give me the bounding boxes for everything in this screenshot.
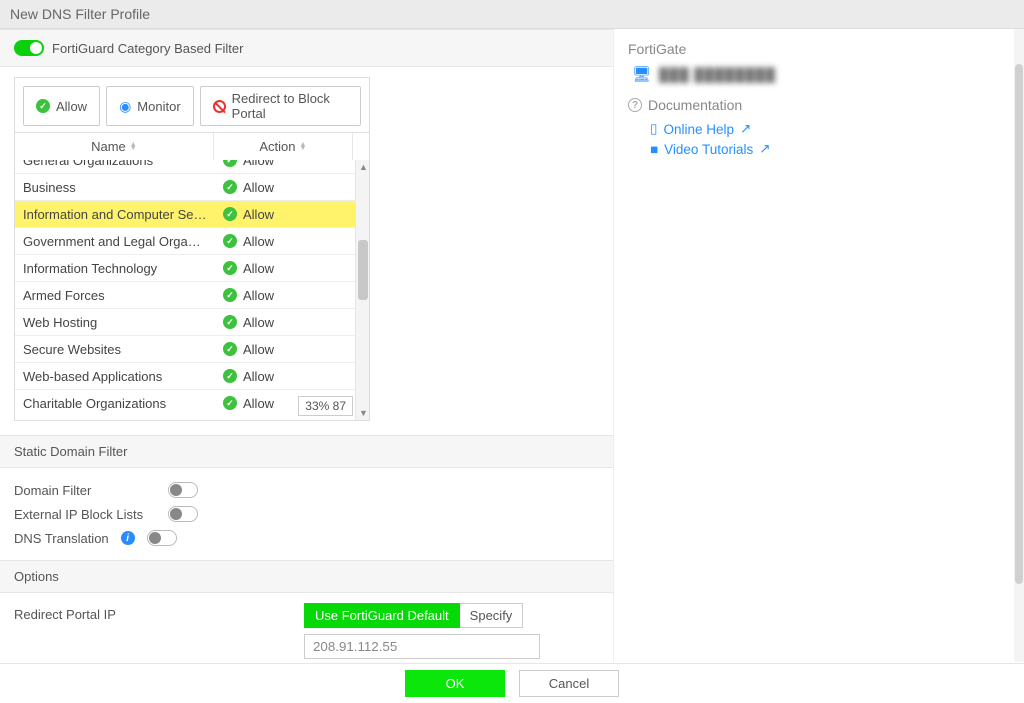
side-panel: FortiGate 🖥 ███ ████████ ? Documentation…	[614, 29, 1024, 662]
category-name: Information and Computer Secu...	[15, 207, 215, 222]
allow-button[interactable]: Allow	[23, 86, 100, 126]
redirect-mode-segment: Use FortiGuard Default Specify	[304, 603, 523, 628]
info-icon[interactable]: i	[121, 531, 135, 545]
domain-filter-label: Domain Filter	[14, 483, 156, 498]
dialog-title: New DNS Filter Profile	[0, 0, 1024, 29]
external-link-icon: ↗	[740, 121, 751, 137]
category-name: Information Technology	[15, 261, 215, 276]
category-name: Secure Websites	[15, 342, 215, 357]
scroll-up-icon[interactable]: ▲	[359, 162, 368, 172]
category-name: Web-based Applications	[15, 369, 215, 384]
device-name: ███ ████████	[659, 67, 776, 82]
allow-icon	[223, 288, 237, 302]
external-ip-label: External IP Block Lists	[14, 507, 156, 522]
category-name: General Organizations	[15, 160, 215, 168]
device-icon: 🖥	[632, 65, 651, 83]
main-panel: FortiGuard Category Based Filter Allow ◉…	[0, 29, 614, 662]
category-action: Allow	[215, 261, 355, 276]
category-action: Allow	[215, 288, 355, 303]
category-action: Allow	[215, 180, 355, 195]
category-name: Business	[15, 180, 215, 195]
redirect-ip-input[interactable]	[304, 634, 540, 659]
category-name: Charitable Organizations	[15, 396, 215, 411]
video-icon: ■	[650, 142, 658, 157]
sort-icon: ▲▼	[300, 143, 307, 151]
video-tutorials-link[interactable]: ■ Video Tutorials ↗	[628, 139, 1010, 159]
table-row[interactable]: BusinessAllow	[15, 173, 369, 200]
fortigate-heading: FortiGate	[628, 41, 1010, 57]
help-icon: ?	[628, 98, 642, 112]
category-action: Allow	[215, 160, 355, 168]
cancel-button[interactable]: Cancel	[519, 670, 619, 697]
seg-specify[interactable]: Specify	[460, 603, 524, 628]
category-action: Allow	[215, 207, 355, 222]
allow-icon	[223, 396, 237, 410]
monitor-button[interactable]: ◉ Monitor	[106, 86, 194, 126]
allow-icon	[223, 207, 237, 221]
options-header: Options	[0, 560, 613, 593]
online-help-link[interactable]: ▯ Online Help ↗	[628, 119, 1010, 139]
dns-translation-toggle[interactable]	[147, 530, 177, 546]
table-row[interactable]: Web-based ApplicationsAllow	[15, 362, 369, 389]
domain-filter-toggle[interactable]	[168, 482, 198, 498]
column-action[interactable]: Action ▲▼	[214, 133, 353, 160]
allow-icon	[223, 261, 237, 275]
table-row[interactable]: Government and Legal Organiza...Allow	[15, 227, 369, 254]
dialog-footer: OK Cancel	[0, 663, 1024, 703]
table-row[interactable]: Information and Computer Secu...Allow	[15, 200, 369, 227]
scroll-down-icon[interactable]: ▼	[359, 408, 368, 418]
category-action: Allow	[215, 234, 355, 249]
allow-icon	[36, 99, 50, 113]
seg-default[interactable]: Use FortiGuard Default	[304, 603, 460, 628]
redirect-portal-label: Redirect Portal IP	[14, 603, 304, 622]
external-link-icon: ↗	[759, 141, 770, 157]
eye-icon: ◉	[119, 98, 131, 115]
category-name: Government and Legal Organiza...	[15, 234, 215, 249]
external-ip-toggle[interactable]	[168, 506, 198, 522]
ok-button[interactable]: OK	[405, 670, 505, 697]
allow-icon	[223, 160, 237, 167]
fortiguard-filter-header: FortiGuard Category Based Filter	[0, 29, 613, 67]
table-scrollbar[interactable]: ▲ ▼	[355, 160, 369, 420]
category-name: Web Hosting	[15, 315, 215, 330]
dns-translation-label: DNS Translation	[14, 531, 109, 546]
fortiguard-label: FortiGuard Category Based Filter	[52, 41, 243, 56]
allow-icon	[223, 180, 237, 194]
allow-icon	[223, 315, 237, 329]
fortiguard-toggle[interactable]	[14, 40, 44, 56]
table-row[interactable]: Information TechnologyAllow	[15, 254, 369, 281]
sort-icon: ▲▼	[130, 143, 137, 151]
block-icon	[213, 100, 226, 113]
scroll-thumb[interactable]	[358, 240, 368, 300]
category-action: Allow	[215, 369, 355, 384]
side-scroll-thumb[interactable]	[1015, 64, 1023, 584]
documentation-heading: ? Documentation	[628, 97, 1010, 113]
table-row[interactable]: Armed ForcesAllow	[15, 281, 369, 308]
allow-icon	[223, 234, 237, 248]
table-row[interactable]: General OrganizationsAllow	[15, 160, 369, 173]
book-icon: ▯	[650, 121, 657, 137]
allow-icon	[223, 369, 237, 383]
allow-icon	[223, 342, 237, 356]
side-scrollbar[interactable]	[1014, 29, 1024, 662]
category-name: Armed Forces	[15, 288, 215, 303]
redirect-button[interactable]: Redirect to Block Portal	[200, 86, 361, 126]
category-action: Allow	[215, 342, 355, 357]
table-row[interactable]: Secure WebsitesAllow	[15, 335, 369, 362]
category-action: Allow	[215, 315, 355, 330]
table-row[interactable]: Web HostingAllow	[15, 308, 369, 335]
column-name[interactable]: Name ▲▼	[15, 133, 214, 160]
scroll-tooltip: 33% 87	[298, 396, 353, 416]
static-domain-header: Static Domain Filter	[0, 435, 613, 468]
